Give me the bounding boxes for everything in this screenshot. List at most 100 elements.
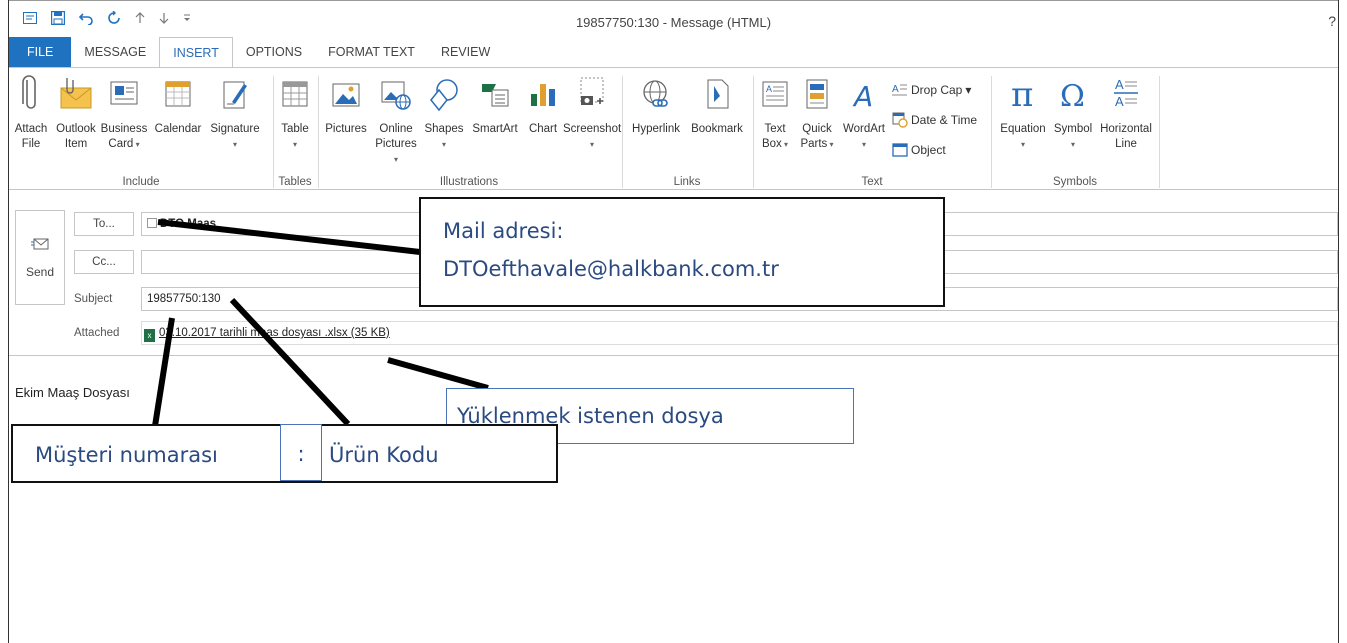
svg-text:A: A <box>766 84 772 94</box>
calendar-button[interactable]: Calendar <box>151 74 205 137</box>
shapes-icon <box>421 74 467 118</box>
pictures-icon <box>321 74 371 118</box>
tab-message[interactable]: MESSAGE <box>71 37 159 67</box>
mail-address-value: DTOefthavale@halkbank.com.tr <box>443 257 779 281</box>
chart-icon <box>523 74 563 118</box>
calendar-icon <box>151 74 205 118</box>
screenshot-icon <box>563 74 621 118</box>
online-pictures-button[interactable]: Online Pictures ▾ <box>373 74 419 167</box>
signature-icon <box>207 74 263 118</box>
tab-file[interactable]: FILE <box>9 37 72 67</box>
customer-number-label: Müşteri numarası <box>35 443 218 467</box>
tab-options[interactable]: OPTIONS <box>233 37 315 67</box>
hyperlink-button[interactable]: Hyperlink <box>627 74 685 137</box>
group-text: A Text Box ▾ Quick Parts ▾ A WordArt ▾ A Dr… <box>754 68 990 190</box>
help-button[interactable]: ? <box>1328 13 1336 29</box>
business-card-icon <box>99 74 149 118</box>
pictures-button[interactable]: Pictures <box>321 74 371 137</box>
file-pointer-line <box>387 357 489 391</box>
ribbon-insert: Attach File Outlook Item Business Card ▾ Ca… <box>9 67 1338 190</box>
send-button[interactable]: Send <box>15 210 65 305</box>
signature-button[interactable]: Signature ▾ <box>207 74 263 152</box>
customer-product-callout: Müşteri numarası : Ürün Kodu <box>11 424 558 483</box>
pi-icon: π <box>996 74 1050 118</box>
screenshot-button[interactable]: Screenshot ▾ <box>563 74 621 152</box>
subject-label: Subject <box>74 293 113 305</box>
window-frame-right <box>1338 0 1339 643</box>
attach-file-button[interactable]: Attach File <box>9 74 53 152</box>
equation-button[interactable]: π Equation ▾ <box>996 74 1050 152</box>
send-icon <box>31 238 49 250</box>
text-box-button[interactable]: A Text Box ▾ <box>756 74 794 152</box>
business-card-button[interactable]: Business Card ▾ <box>99 74 149 152</box>
drop-cap-button[interactable]: A Drop Cap ▾ <box>892 80 971 100</box>
svg-text:A: A <box>1115 77 1124 92</box>
group-text-label: Text <box>861 176 883 188</box>
group-symbols: π Equation ▾ Ω Symbol ▾ AA Horizontal Line … <box>992 68 1158 190</box>
mail-address-callout: Mail adresi: DTOefthavale@halkbank.com.t… <box>419 197 945 307</box>
title-bar: 19857750:130 - Message (HTML) ? <box>9 1 1338 37</box>
group-include-label: Include <box>122 176 160 188</box>
tab-review[interactable]: REVIEW <box>428 37 503 67</box>
outlook-item-button[interactable]: Outlook Item <box>53 74 99 152</box>
table-button[interactable]: Table ▾ <box>274 74 316 152</box>
chart-button[interactable]: Chart <box>523 74 563 137</box>
horizontal-line-button[interactable]: AA Horizontal Line <box>1096 74 1156 152</box>
attachment-link[interactable]: 03.10.2017 tarihli maas dosyası .xlsx (3… <box>159 327 390 339</box>
svg-text:π: π <box>1011 75 1033 114</box>
paperclip-icon <box>9 74 53 118</box>
bookmark-button[interactable]: Bookmark <box>687 74 747 137</box>
quick-parts-icon <box>796 74 838 118</box>
svg-text:Ω: Ω <box>1060 79 1085 114</box>
quick-parts-button[interactable]: Quick Parts ▾ <box>796 74 838 152</box>
tab-insert[interactable]: INSERT <box>159 37 233 68</box>
smartart-button[interactable]: SmartArt <box>469 74 521 137</box>
contact-icon <box>147 218 157 228</box>
globe-link-icon <box>627 74 685 118</box>
group-illustrations-label: Illustrations <box>439 176 499 188</box>
drop-cap-icon: A <box>892 84 907 96</box>
group-illustrations: Pictures Online Pictures ▾ Shapes ▾ SmartA… <box>319 68 621 190</box>
bookmark-icon <box>687 74 747 118</box>
svg-text:A: A <box>892 84 899 95</box>
window-title: 19857750:130 - Message (HTML) <box>575 15 772 30</box>
product-code-label: Ürün Kodu <box>329 443 439 467</box>
online-pictures-icon <box>373 74 419 118</box>
group-symbols-label: Symbols <box>1052 176 1098 188</box>
table-icon <box>274 74 316 118</box>
omega-icon: Ω <box>1050 74 1096 118</box>
wordart-button[interactable]: A WordArt ▾ <box>840 74 888 152</box>
envelope-clip-icon <box>53 74 99 118</box>
outlook-message-window: 19857750:130 - Message (HTML) ? FILE MES… <box>0 0 1347 643</box>
to-button[interactable]: To... <box>74 212 134 236</box>
excel-file-icon: x <box>144 329 155 342</box>
group-links: Hyperlink Bookmark Links <box>623 68 751 190</box>
horizontal-line-icon: AA <box>1096 74 1156 118</box>
separator-colon: : <box>297 442 305 466</box>
svg-text:A: A <box>852 80 873 113</box>
ribbon-separator <box>1159 76 1160 188</box>
to-recipient[interactable]: DTO Maas <box>160 218 216 230</box>
group-include: Attach File Outlook Item Business Card ▾ Ca… <box>9 68 273 190</box>
group-tables: Table ▾ Tables <box>274 68 316 190</box>
date-time-button[interactable]: Date & Time <box>892 110 977 130</box>
window-frame-left <box>8 0 9 643</box>
ribbon-tabs: FILE MESSAGE INSERT OPTIONS FORMAT TEXT … <box>9 37 1338 68</box>
attached-label: Attached <box>74 327 120 339</box>
cc-button[interactable]: Cc... <box>74 250 134 274</box>
group-links-label: Links <box>673 176 701 188</box>
object-button[interactable]: Object <box>892 140 946 160</box>
symbol-button[interactable]: Ω Symbol ▾ <box>1050 74 1096 152</box>
separator-box: : <box>280 424 322 481</box>
message-body-text[interactable]: Ekim Maaş Dosyası <box>15 385 130 400</box>
shapes-button[interactable]: Shapes ▾ <box>421 74 467 152</box>
svg-text:A: A <box>1115 94 1124 109</box>
text-box-icon: A <box>756 74 794 118</box>
group-tables-label: Tables <box>278 176 312 188</box>
mail-address-title: Mail adresi: <box>443 219 564 243</box>
smartart-icon <box>469 74 521 118</box>
object-icon <box>892 143 908 157</box>
date-time-icon <box>892 112 908 128</box>
attachments-field: x 03.10.2017 tarihli maas dosyası .xlsx (… <box>141 321 1338 345</box>
tab-format-text[interactable]: FORMAT TEXT <box>315 37 428 67</box>
